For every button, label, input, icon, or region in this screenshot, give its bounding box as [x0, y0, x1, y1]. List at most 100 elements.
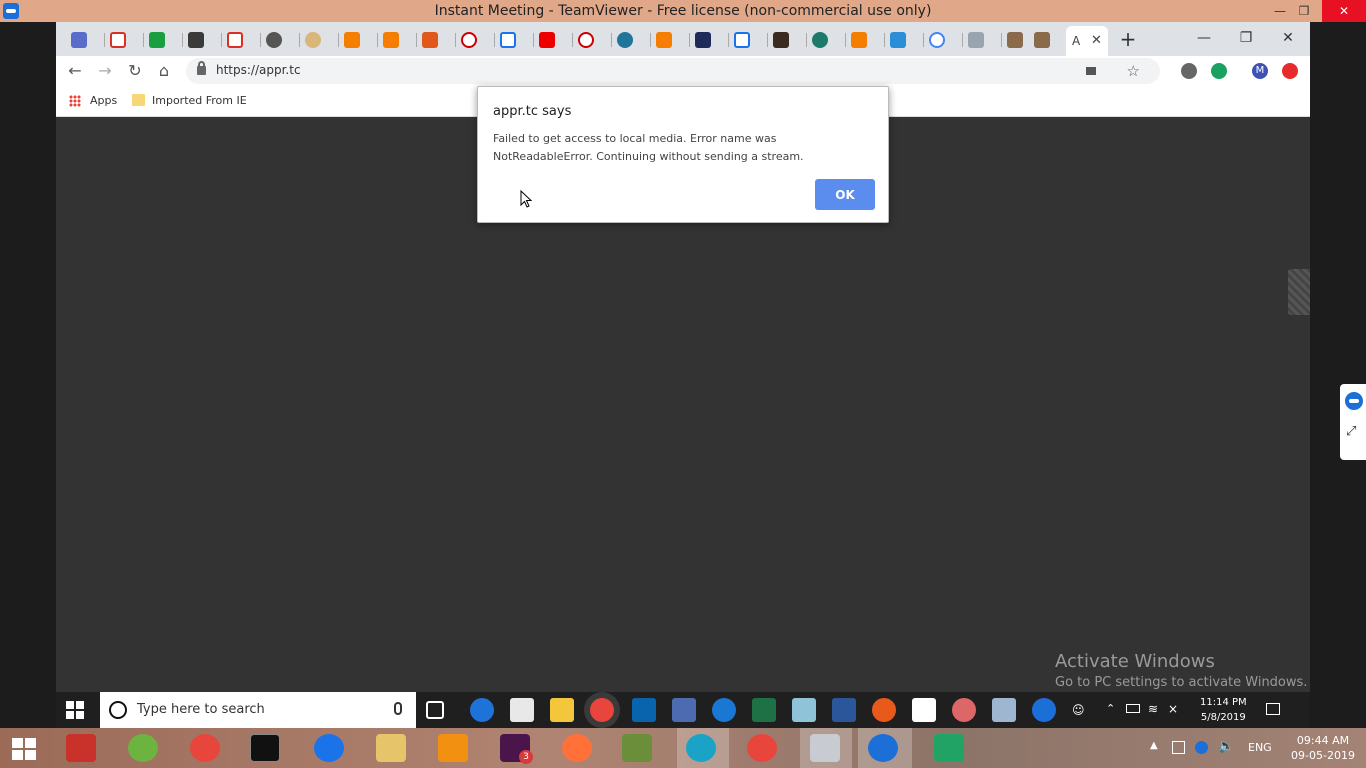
network-icon[interactable]	[1172, 741, 1185, 754]
apps-icon[interactable]	[69, 95, 81, 107]
address-bar[interactable]: https://appr.tc ☆	[186, 58, 1160, 84]
tab-hand[interactable]	[300, 30, 339, 52]
side-handle[interactable]	[1288, 269, 1310, 315]
sheets-icon[interactable]	[934, 734, 964, 762]
tab-jd-2[interactable]	[729, 30, 768, 52]
tab-bag[interactable]	[183, 30, 222, 52]
tab-blogger[interactable]	[339, 30, 378, 52]
tab-image-2[interactable]	[1029, 30, 1068, 52]
slack-icon[interactable]: 3	[500, 734, 533, 764]
documents-icon[interactable]	[992, 698, 1016, 722]
tab-r[interactable]	[417, 30, 456, 52]
tab-gmail[interactable]	[105, 30, 144, 52]
tab-google[interactable]	[924, 30, 963, 52]
monitor-app-icon[interactable]	[810, 734, 840, 762]
tab-globe[interactable]	[261, 30, 300, 52]
tab-gmail-2[interactable]	[222, 30, 261, 52]
wifi-icon[interactable]: ≋	[1148, 702, 1158, 716]
task-view-icon[interactable]	[426, 701, 444, 719]
sublime-icon[interactable]	[438, 734, 468, 762]
start-icon[interactable]	[12, 738, 36, 760]
notes-icon[interactable]	[792, 698, 816, 722]
bookmark-apps[interactable]: Apps	[90, 94, 117, 107]
restore-icon[interactable]: ❐	[1290, 0, 1318, 22]
tab-question-2[interactable]	[573, 30, 612, 52]
tab-question[interactable]	[456, 30, 495, 52]
close-icon[interactable]: ✕	[1322, 0, 1366, 22]
chrome-profile-icon[interactable]	[747, 734, 777, 762]
snipping-tool-icon[interactable]	[952, 698, 976, 722]
tab-youtube[interactable]	[534, 30, 573, 52]
command-prompt-icon[interactable]	[250, 734, 280, 762]
teamviewer-panel-icon[interactable]	[1345, 392, 1363, 410]
tab-butterfly[interactable]	[885, 30, 924, 52]
tab-cube[interactable]	[963, 30, 1002, 52]
new-tab-button[interactable]: +	[1116, 27, 1140, 51]
chrome-restore-icon[interactable]: ❐	[1226, 26, 1266, 50]
tab-d[interactable]	[690, 30, 729, 52]
chrome-icon[interactable]	[590, 698, 614, 722]
tab-close-icon[interactable]: ✕	[1091, 33, 1102, 48]
bookmark-star-icon[interactable]: ☆	[1127, 62, 1140, 80]
tab-td[interactable]	[144, 30, 183, 52]
file-explorer-icon[interactable]	[376, 734, 406, 762]
volume-icon[interactable]: 🔈	[1218, 739, 1234, 754]
chart-app-icon[interactable]	[622, 734, 652, 762]
remote-start-icon[interactable]	[66, 701, 84, 719]
home-icon[interactable]: ⌂	[153, 60, 175, 82]
excel-icon[interactable]	[752, 698, 776, 722]
calculator-icon[interactable]	[912, 698, 936, 722]
spring-icon[interactable]	[128, 734, 158, 762]
network-app-icon[interactable]	[672, 698, 696, 722]
maps-icon[interactable]	[314, 734, 344, 762]
tab-blogger-2[interactable]	[378, 30, 417, 52]
chrome-close-icon[interactable]: ✕	[1268, 26, 1308, 50]
people-icon[interactable]: ☺	[1072, 703, 1085, 717]
active-tab[interactable]: A ✕	[1066, 26, 1108, 56]
tab-mail[interactable]	[66, 30, 105, 52]
app-red-icon[interactable]	[66, 734, 96, 762]
teamviewer-icon[interactable]	[868, 734, 898, 762]
local-clock[interactable]: 09:44 AM 09-05-2019	[1288, 733, 1358, 763]
tab-jd[interactable]	[495, 30, 534, 52]
bookmark-imported-from-ie[interactable]: Imported From IE	[152, 94, 247, 107]
remote-search-box[interactable]: Type here to search	[100, 692, 416, 728]
tab-wordpress[interactable]	[612, 30, 651, 52]
teamviewer-tray-icon[interactable]	[1195, 741, 1208, 754]
tray-expand-icon[interactable]: ▲	[1150, 740, 1158, 751]
office-icon[interactable]	[872, 698, 896, 722]
fullscreen-icon[interactable]: ⤢	[1346, 424, 1356, 439]
firefox-icon[interactable]	[562, 734, 592, 762]
blogger-icon	[383, 32, 399, 48]
profile-avatar[interactable]: M	[1252, 63, 1268, 79]
forward-icon[interactable]: →	[94, 60, 116, 82]
camera-icon[interactable]	[1086, 67, 1096, 75]
internet-explorer-icon[interactable]	[712, 698, 736, 722]
chrome-minimize-icon[interactable]: —	[1184, 26, 1224, 50]
remote-clock[interactable]: 11:14 PM 5/8/2019	[1200, 695, 1247, 725]
notifications-icon[interactable]	[1266, 703, 1280, 715]
store-icon[interactable]	[510, 698, 534, 722]
edge-icon[interactable]	[470, 698, 494, 722]
tab-s[interactable]	[807, 30, 846, 52]
mute-icon[interactable]: ×	[1168, 702, 1178, 716]
reload-icon[interactable]: ↻	[124, 60, 146, 82]
back-icon[interactable]: ←	[64, 60, 86, 82]
file-explorer-icon[interactable]	[550, 698, 574, 722]
tab-blogger-4[interactable]	[846, 30, 885, 52]
extension-icon[interactable]	[1181, 63, 1197, 79]
microphone-icon[interactable]	[394, 702, 402, 715]
edge-beta-icon[interactable]	[686, 734, 716, 762]
outlook-icon[interactable]	[632, 698, 656, 722]
tab-blogger-3[interactable]	[651, 30, 690, 52]
extension-red-icon[interactable]	[1282, 63, 1298, 79]
ok-button[interactable]: OK	[815, 179, 875, 210]
battery-icon[interactable]	[1126, 704, 1140, 713]
word-icon[interactable]	[832, 698, 856, 722]
tray-expand-icon[interactable]: ⌃	[1106, 702, 1115, 715]
language-indicator[interactable]: ENG	[1248, 741, 1272, 754]
teamviewer-icon[interactable]	[1032, 698, 1056, 722]
tab-photo[interactable]	[768, 30, 807, 52]
extension-green-icon[interactable]	[1211, 63, 1227, 79]
chrome-icon[interactable]	[190, 734, 220, 762]
